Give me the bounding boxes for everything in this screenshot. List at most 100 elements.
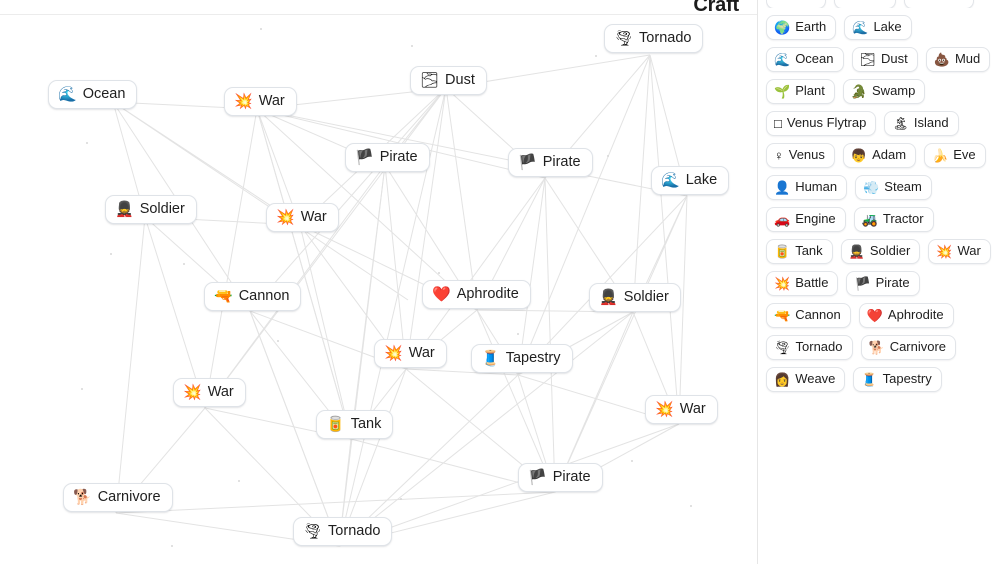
- chip-aphrodite[interactable]: ❤️ Aphrodite: [858, 303, 954, 328]
- node-war-5[interactable]: 💥 War: [645, 395, 718, 424]
- node-cannon[interactable]: 🔫 Cannon: [204, 282, 302, 311]
- chip-icon: 🌫: [859, 52, 877, 67]
- chip-carnivore[interactable]: 🐕 Carnivore: [860, 335, 957, 360]
- node-icon: 🐕: [73, 488, 92, 506]
- inventory-scroll-area[interactable]: 🌍 Earth 🌊 Lake 🌊 Ocean 🌫 Dust 💩 Mud 🌱 Plant 🐊 Swamp □ V…: [766, 0, 995, 392]
- node-soldier-1[interactable]: 💂 Soldier: [105, 195, 197, 224]
- chip-dust[interactable]: 🌫 Dust: [851, 47, 918, 72]
- chip-venus-flytrap[interactable]: □ Venus Flytrap: [766, 111, 877, 136]
- chip-label: Adam: [872, 147, 907, 163]
- node-ocean-1[interactable]: 🌊 Ocean: [48, 80, 138, 109]
- node-label: Soldier: [139, 201, 185, 217]
- node-label: Tank: [350, 416, 382, 432]
- chip-icon: 🔫: [774, 308, 791, 323]
- chip-icon: □: [774, 116, 782, 131]
- chip-label: Ocean: [795, 51, 834, 67]
- canvas-speck: [238, 480, 240, 482]
- node-label: Soldier: [623, 289, 669, 305]
- node-label: War: [300, 209, 327, 225]
- chip-label: Soldier: [869, 243, 911, 259]
- chip-battle[interactable]: 💥 Battle: [766, 271, 839, 296]
- chip-weave[interactable]: 👩 Weave: [766, 367, 846, 392]
- chip-tornado[interactable]: 🌪 Tornado: [766, 335, 853, 360]
- node-tornado-1[interactable]: 🌪 Tornado: [604, 24, 704, 53]
- chip-label: Swamp: [872, 83, 916, 99]
- chip-label: Plant: [795, 83, 825, 99]
- chip-steam[interactable]: 💨 Steam: [855, 175, 932, 200]
- chip-engine[interactable]: 🚗 Engine: [766, 207, 846, 232]
- chip-island[interactable]: 🏝 Island: [884, 111, 959, 136]
- node-tornado-2[interactable]: 🌪 Tornado: [293, 517, 393, 546]
- chip-tank[interactable]: 🥫 Tank: [766, 239, 833, 264]
- inventory-item-grid: 🌍 Earth 🌊 Lake 🌊 Ocean 🌫 Dust 💩 Mud 🌱 Plant 🐊 Swamp □ V…: [766, 15, 995, 392]
- chip-label: Island: [913, 115, 949, 131]
- chip-earth[interactable]: 🌍 Earth: [766, 15, 837, 40]
- node-war-2[interactable]: 💥 War: [266, 203, 339, 232]
- node-carnivore[interactable]: 🐕 Carnivore: [63, 483, 173, 512]
- chip-label: Tornado: [795, 339, 843, 355]
- node-icon: 🏴: [518, 153, 537, 171]
- chip-mud[interactable]: 💩 Mud: [925, 47, 991, 72]
- inventory-chip-clipped[interactable]: [834, 0, 896, 8]
- node-war-1[interactable]: 💥 War: [224, 87, 297, 116]
- node-soldier-2[interactable]: 💂 Soldier: [589, 283, 681, 312]
- chip-tractor[interactable]: 🚜 Tractor: [853, 207, 934, 232]
- node-icon: 🌪: [303, 522, 323, 540]
- chip-ocean[interactable]: 🌊 Ocean: [766, 47, 844, 72]
- node-pirate-3[interactable]: 🏴 Pirate: [518, 463, 603, 492]
- chip-icon: 💩: [933, 52, 950, 67]
- node-icon: 🌊: [58, 85, 77, 103]
- chip-venus[interactable]: ♀ Venus: [766, 143, 835, 168]
- canvas-speck: [110, 253, 112, 255]
- node-icon: 🔫: [214, 287, 233, 305]
- chip-label: Venus Flytrap: [786, 115, 867, 131]
- node-pirate-2[interactable]: 🏴 Pirate: [508, 148, 593, 177]
- node-tank[interactable]: 🥫 Tank: [316, 410, 394, 439]
- node-label: Tapestry: [505, 350, 561, 366]
- chip-plant[interactable]: 🌱 Plant: [766, 79, 835, 104]
- node-label: Carnivore: [97, 489, 161, 505]
- node-label: Ocean: [82, 86, 126, 102]
- node-tapestry[interactable]: 🧵 Tapestry: [471, 344, 573, 373]
- graph-canvas[interactable]: 🌊 Ocean 💥 War 🌫 Dust 🌪 Tornado 🏴 Pirate 🏴 Pirate 🌊 La…: [0, 15, 757, 564]
- node-war-3[interactable]: 💥 War: [374, 339, 447, 368]
- canvas-speck: [607, 155, 609, 157]
- canvas-speck: [260, 28, 262, 30]
- canvas-speck: [631, 460, 633, 462]
- chip-war[interactable]: 💥 War: [928, 239, 991, 264]
- chip-icon: 🌱: [774, 84, 791, 99]
- chip-pirate[interactable]: 🏴 Pirate: [846, 271, 920, 296]
- node-icon: 🌪: [614, 29, 634, 47]
- chip-icon: 🏴: [854, 276, 871, 291]
- canvas-speck: [400, 498, 402, 500]
- chip-swamp[interactable]: 🐊 Swamp: [842, 79, 926, 104]
- node-pirate-1[interactable]: 🏴 Pirate: [345, 143, 430, 172]
- node-label: Pirate: [542, 154, 581, 170]
- chip-icon: 💨: [863, 180, 880, 195]
- chip-tapestry[interactable]: 🧵 Tapestry: [853, 367, 942, 392]
- inventory-chip-clipped[interactable]: [904, 0, 974, 8]
- node-label: Tornado: [639, 30, 692, 46]
- chip-icon: 🚜: [861, 212, 878, 227]
- chip-icon: 🐊: [850, 84, 868, 99]
- canvas-speck: [183, 263, 185, 265]
- chip-adam[interactable]: 👦 Adam: [842, 143, 917, 168]
- node-dust[interactable]: 🌫 Dust: [410, 66, 487, 95]
- chip-human[interactable]: 👤 Human: [766, 175, 848, 200]
- chip-lake[interactable]: 🌊 Lake: [844, 15, 912, 40]
- node-label: Pirate: [379, 149, 418, 165]
- inventory-chip-clipped[interactable]: [766, 0, 826, 8]
- chip-icon: 🌊: [852, 20, 869, 35]
- chip-cannon[interactable]: 🔫 Cannon: [766, 303, 851, 328]
- node-label: War: [207, 384, 234, 400]
- chip-icon: 👩: [774, 372, 791, 387]
- node-aphrodite[interactable]: ❤️ Aphrodite: [422, 280, 531, 309]
- chip-eve[interactable]: 🍌 Eve: [924, 143, 986, 168]
- node-icon: 💂: [599, 288, 618, 306]
- chip-soldier[interactable]: 💂 Soldier: [840, 239, 921, 264]
- canvas-speck: [171, 545, 173, 547]
- node-war-4[interactable]: 💥 War: [173, 378, 246, 407]
- node-lake[interactable]: 🌊 Lake: [651, 166, 730, 195]
- inventory-sidebar[interactable]: 🌍 Earth 🌊 Lake 🌊 Ocean 🌫 Dust 💩 Mud 🌱 Plant 🐊 Swamp □ V…: [757, 0, 1003, 564]
- canvas-speck: [86, 142, 88, 144]
